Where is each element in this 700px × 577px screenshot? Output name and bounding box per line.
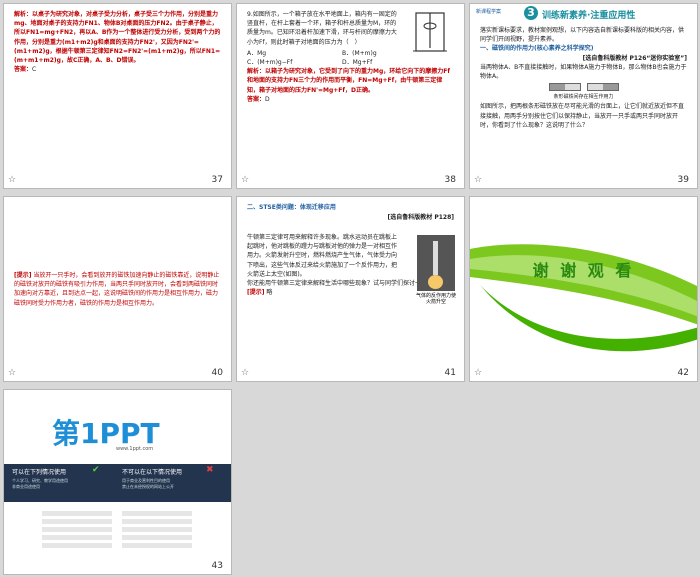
slide-number: 37	[211, 175, 223, 185]
magnet-icon	[548, 83, 581, 92]
slide-42[interactable]: 谢 谢 观 看 ☆ 42	[469, 196, 698, 382]
slide-40-content: [提示] 当放开一只手时，会看到放开的磁铁加速向静止的磁铁靠近，说明静止的磁铁对…	[14, 271, 221, 308]
body-text: 牛顿第三定律可用来解释许多现象。跳水运动员在跳板上起跳时，他对跳板的蹬力与跳板对…	[247, 234, 398, 278]
slide-38[interactable]: 9.如图所示，一个箱子放在水平地面上，箱内有一固定的竖直杆，在杆上套着一个环，箱…	[236, 3, 465, 189]
can-use-title: 可以在下列情况使用	[12, 469, 67, 476]
rocket-icon	[433, 241, 438, 275]
hint-label: [提示]	[14, 272, 32, 279]
analysis-text: 解析：以箱子为研究对象，它受到了向下的重力Mg，环给它向下的摩擦力Ff和地面的支…	[247, 68, 450, 94]
cannot-use-title: 不可以在以下情况使用	[122, 469, 183, 476]
slide-40[interactable]: [提示] 当放开一只手时，会看到放开的磁铁加速向静止的磁铁靠近，说明静止的磁铁对…	[3, 196, 232, 382]
cannot-use-list: 用于商业及营利性目的使用 禁止在未经授权的网站上公开	[122, 478, 174, 490]
hint-text: 当放开一只手时，会看到放开的磁铁加速向静止的磁铁靠近，说明静止的磁铁对放开的磁铁…	[14, 272, 220, 307]
intro-text: 落实新课标要求，教材案例观想，以下内容选自新课标要科版的相关内容，供同学们开阔视…	[480, 27, 685, 44]
hint-label: [提示]	[247, 289, 265, 297]
star-icon[interactable]: ☆	[8, 368, 16, 378]
option-a[interactable]: A．Mg	[247, 49, 342, 58]
answer-value: C	[32, 66, 37, 74]
hint-text: 略	[266, 289, 273, 297]
slide-number: 41	[444, 368, 456, 378]
header-small: 新课程学案	[476, 9, 502, 15]
slide-41[interactable]: 二、STSE类问题：体现迁移应用 [选自鲁科版教材 P128] 牛顿第三定律可用…	[236, 196, 465, 382]
fine-print-right	[122, 508, 192, 551]
section-number-badge: 3	[524, 6, 538, 20]
figure-caption: 气体的反作用力使火箭升空	[415, 293, 456, 305]
slide-43[interactable]: 第1PPT www.1ppt.com 可以在下列情况使用 ✔ 个人学习、研究、教…	[3, 389, 232, 575]
usage-panel: 可以在下列情况使用 ✔ 个人学习、研究、教学用途使用 非商业用途使用 不可以在以…	[4, 464, 231, 502]
slide-number: 38	[444, 175, 456, 185]
check-icon: ✔	[92, 465, 100, 475]
thanks-text: 谢 谢 观 看	[532, 261, 635, 280]
options: A．Mg B．(M+m)g C．(M+m)g−Ff D．Mg+Ff	[247, 49, 437, 67]
logo-url: www.1ppt.com	[116, 446, 154, 452]
magnets-figure	[480, 83, 687, 92]
figure-caption: 条形磁铁间存在相互作用力	[553, 94, 614, 101]
option-d[interactable]: D．Mg+Ff	[342, 58, 437, 67]
slide-number: 42	[677, 368, 689, 378]
star-icon[interactable]: ☆	[474, 368, 482, 378]
slide-37-content: 解析：以桌子为研究对象，对桌子受力分析，桌子受三个力作用，分别是重力mg、地面对…	[14, 10, 221, 74]
answer-label: 答案：	[14, 66, 33, 74]
source-ref: [选自鲁科版教材 P126“迷你实验室”]	[582, 54, 687, 62]
cross-icon: ✖	[206, 465, 214, 475]
paragraph-2: 如图所示，把两根条形磁铁放在尽可能光滑的台面上，让它们就近放近但不直接接触，用两…	[480, 103, 685, 129]
section-heading: 二、STSE类问题：体现迁移应用	[247, 204, 336, 211]
magnet-icon	[586, 83, 619, 92]
question-text: 9.如图所示，一个箱子放在水平地面上，箱内有一固定的竖直杆，在杆上套着一个环，箱…	[247, 11, 397, 46]
slide-number: 43	[211, 561, 223, 571]
subheading: 一、磁铁间的作用力(核心素养之科学探究)	[480, 45, 594, 53]
can-use-list: 个人学习、研究、教学用途使用 非商业用途使用	[12, 478, 68, 490]
can-use-item: 非商业用途使用	[12, 484, 40, 489]
star-icon[interactable]: ☆	[241, 368, 249, 378]
slide-39[interactable]: 新课程学案 3 训练新素养·注重应用性 落实新课标要求，教材案例观想，以下内容选…	[469, 3, 698, 189]
slide-number: 39	[677, 175, 689, 185]
rocket-photo	[417, 235, 455, 291]
paragraph-1: 当两物体A、B不直接接触时，如果物体A施力于物体B，那么物体B也会施力于物体A。	[480, 63, 687, 81]
cannot-use-item: 禁止在未经授权的网站上公开	[122, 484, 174, 489]
slide-39-header: 新课程学案 3 训练新素养·注重应用性	[470, 4, 697, 24]
slide-37[interactable]: 解析：以桌子为研究对象，对桌子受力分析，桌子受三个力作用，分别是重力mg、地面对…	[3, 3, 232, 189]
fine-print-left	[42, 508, 112, 551]
box-ring-figure	[413, 12, 447, 52]
answer-label: 答案：	[247, 95, 266, 103]
star-icon[interactable]: ☆	[474, 175, 482, 185]
slide-39-content: 落实新课标要求，教材案例观想，以下内容选自新课标要科版的相关内容，供同学们开阔视…	[480, 26, 687, 130]
exhaust-flame	[428, 275, 443, 289]
answer-value: D	[265, 95, 270, 103]
source-ref: [选自鲁科版教材 P128]	[387, 214, 455, 221]
green-swoosh	[470, 244, 697, 352]
analysis-text: 解析：以桌子为研究对象，对桌子受力分析，桌子受三个力作用，分别是重力mg、地面对…	[14, 11, 221, 65]
slide-number: 40	[211, 368, 223, 378]
star-icon[interactable]: ☆	[241, 175, 249, 185]
option-c[interactable]: C．(M+m)g−Ff	[247, 58, 342, 67]
star-icon[interactable]: ☆	[8, 175, 16, 185]
section-title: 训练新素养·注重应用性	[542, 11, 636, 21]
